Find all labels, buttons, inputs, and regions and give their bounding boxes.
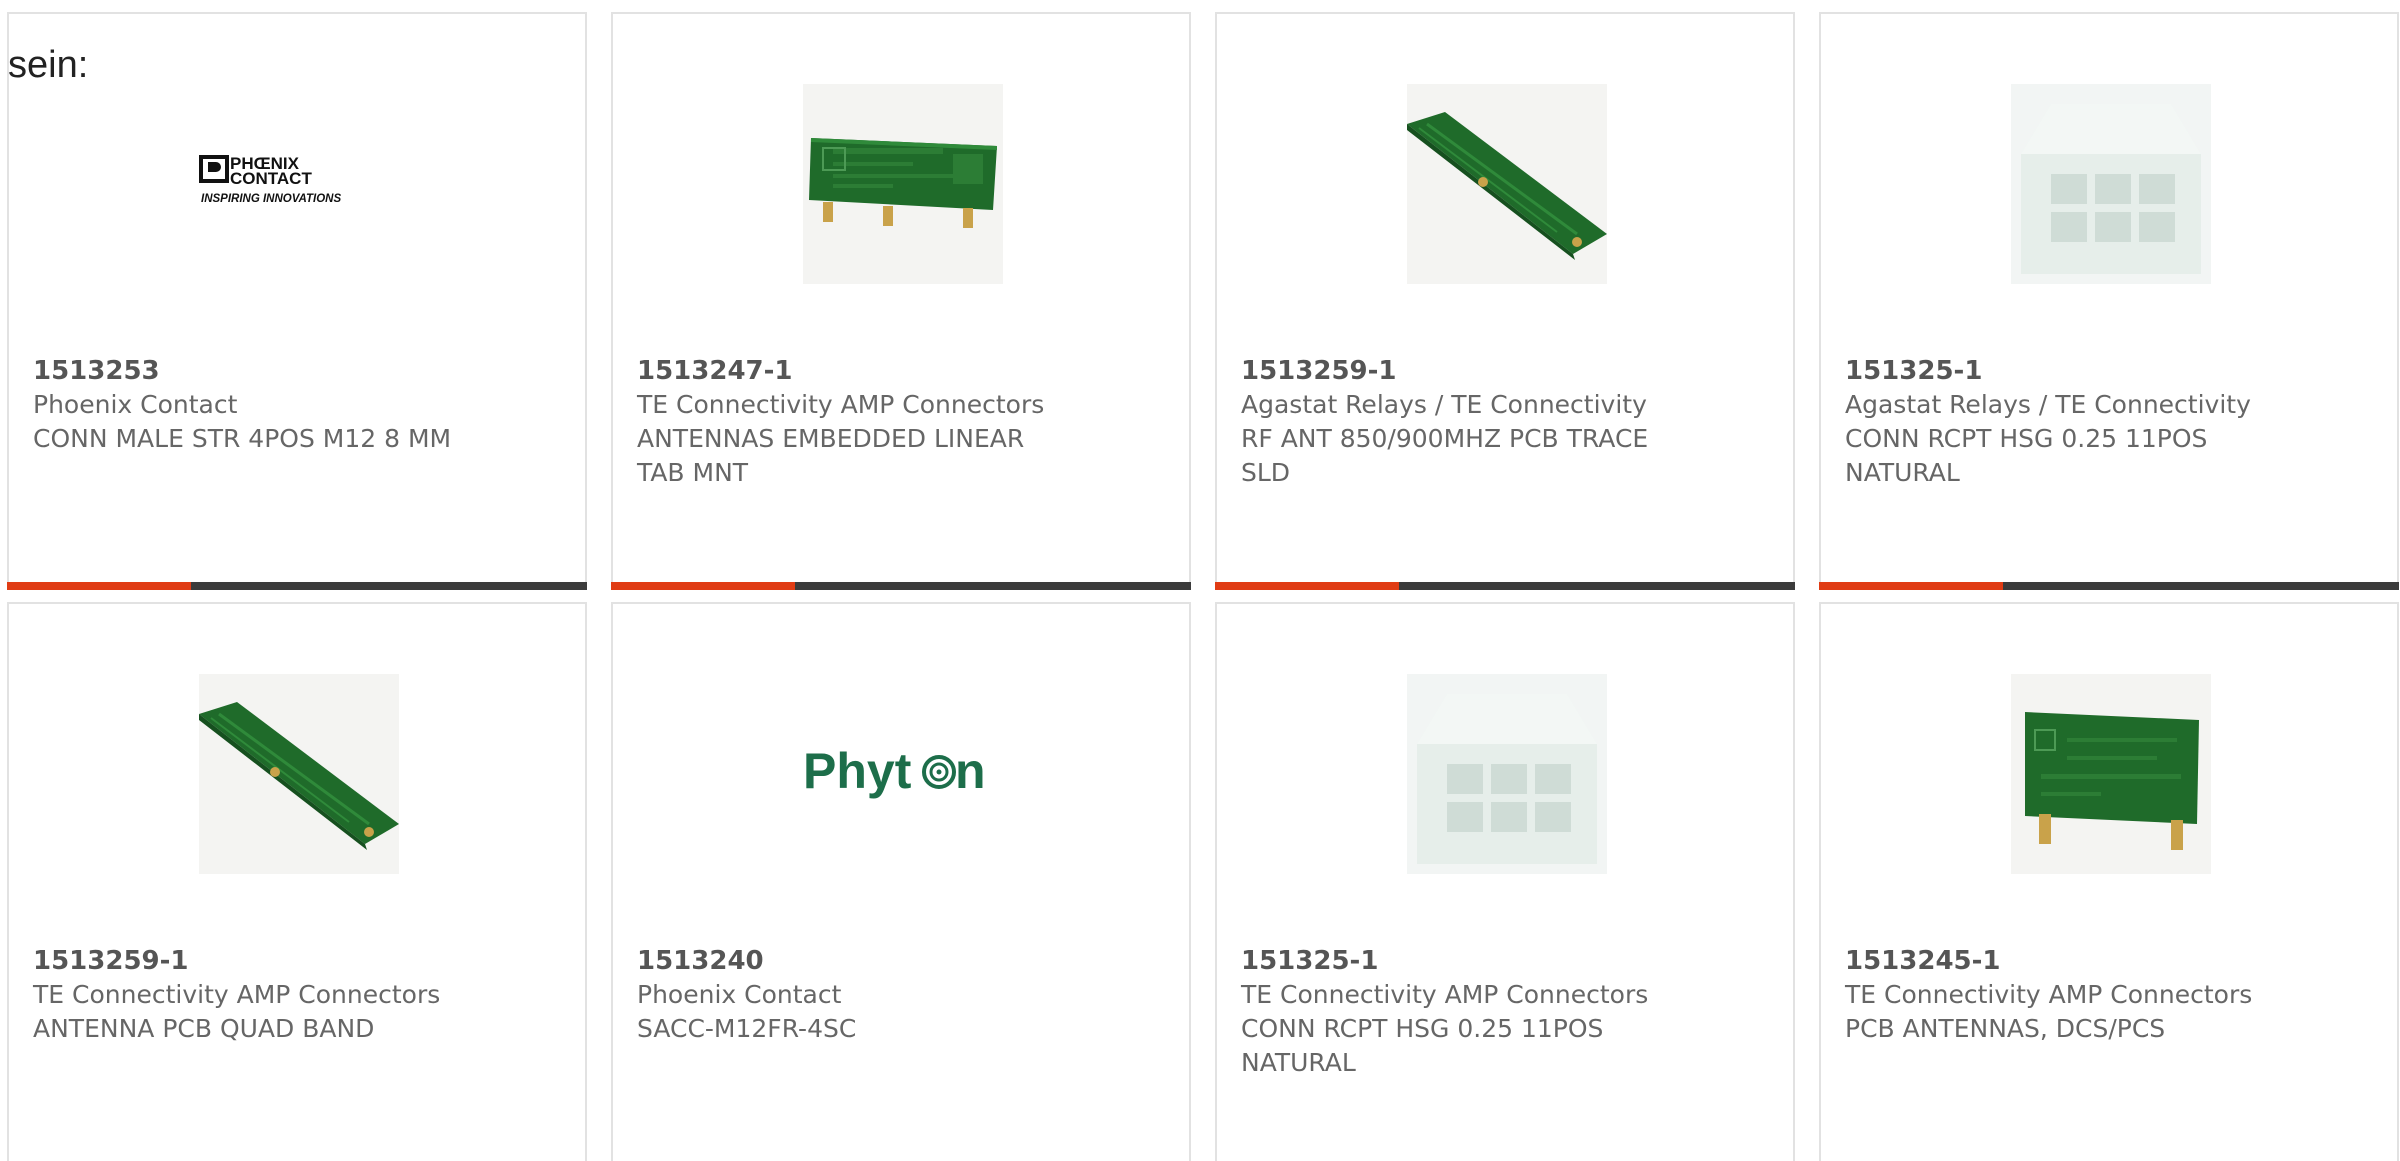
pcb-antenna-tab-image (803, 84, 1003, 284)
manufacturer: TE Connectivity AMP Connectors (1845, 980, 2253, 1009)
part-number[interactable]: 151325-1 (1845, 354, 2285, 388)
part-number[interactable]: 1513247-1 (637, 354, 1077, 388)
part-number[interactable]: 1513245-1 (1845, 944, 2285, 978)
product-info: 1513245-1 TE Connectivity AMP Connectors… (1845, 944, 2285, 1046)
phoenix-contact-logo: PHŒNIX CONTACT INSPIRING INNOVATIONS (199, 84, 399, 284)
card-accent-bar (611, 582, 795, 590)
product-info: 151325-1 TE Connectivity AMP Connectors … (1241, 944, 1681, 1080)
description: PCB ANTENNAS, DCS/PCS (1845, 1014, 2166, 1043)
part-number[interactable]: 1513240 (637, 944, 1077, 978)
connector-housing-image (1407, 674, 1607, 874)
card-bottom-bar (611, 582, 1191, 590)
product-info: 1513259-1 TE Connectivity AMP Connectors… (33, 944, 473, 1046)
description: ANTENNAS EMBEDDED LINEAR TAB MNT (637, 424, 1025, 487)
product-grid: PHŒNIX CONTACT INSPIRING INNOVATIONS 151… (7, 12, 2400, 1161)
part-number[interactable]: 1513253 (33, 354, 473, 388)
card-bottom-bar (1819, 582, 2399, 590)
product-info: 1513259-1 Agastat Relays / TE Connectivi… (1241, 354, 1681, 490)
product-info: 1513240 Phoenix Contact SACC-M12FR-4SC (637, 944, 1077, 1046)
description: RF ANT 850/900MHZ PCB TRACE SLD (1241, 424, 1649, 487)
product-card[interactable]: 1513245-1 TE Connectivity AMP Connectors… (1819, 602, 2399, 1161)
product-card[interactable]: Phyt n 1513240 Phoenix Contact SACC-M12F… (611, 602, 1191, 1161)
card-bottom-bar (7, 582, 587, 590)
product-card[interactable]: PHŒNIX CONTACT INSPIRING INNOVATIONS 151… (7, 12, 587, 590)
card-accent-bar (1215, 582, 1399, 590)
pcb-antenna-upright-image (2011, 674, 2211, 874)
manufacturer: TE Connectivity AMP Connectors (33, 980, 441, 1009)
description: CONN RCPT HSG 0.25 11POS NATURAL (1241, 1014, 1604, 1077)
card-accent-bar (1819, 582, 2003, 590)
product-info: 151325-1 Agastat Relays / TE Connectivit… (1845, 354, 2285, 490)
manufacturer: TE Connectivity AMP Connectors (637, 390, 1045, 419)
product-card[interactable]: 151325-1 TE Connectivity AMP Connectors … (1215, 602, 1795, 1161)
manufacturer: Phoenix Contact (637, 980, 842, 1009)
logo-text: Phyt (803, 743, 912, 799)
intro-text: sein: (8, 44, 89, 86)
pcb-antenna-diagonal-image (1407, 84, 1607, 284)
product-info: 1513253 Phoenix Contact CONN MALE STR 4P… (33, 354, 473, 456)
description: ANTENNA PCB QUAD BAND (33, 1014, 375, 1043)
part-number[interactable]: 1513259-1 (33, 944, 473, 978)
manufacturer: Agastat Relays / TE Connectivity (1241, 390, 1647, 419)
manufacturer: Phoenix Contact (33, 390, 238, 419)
part-number[interactable]: 151325-1 (1241, 944, 1681, 978)
product-card[interactable]: 1513247-1 TE Connectivity AMP Connectors… (611, 12, 1191, 590)
card-accent-bar (7, 582, 191, 590)
description: CONN MALE STR 4POS M12 8 MM (33, 424, 452, 453)
page: sein: PHŒNIX CONTACT INSPIRING INNOVATIO… (0, 0, 2400, 1161)
product-card[interactable]: 1513259-1 Agastat Relays / TE Connectivi… (1215, 12, 1795, 590)
pcb-antenna-diagonal-image (199, 674, 399, 874)
product-card[interactable]: 1513259-1 TE Connectivity AMP Connectors… (7, 602, 587, 1161)
product-card[interactable]: 151325-1 Agastat Relays / TE Connectivit… (1819, 12, 2399, 590)
description: CONN RCPT HSG 0.25 11POS NATURAL (1845, 424, 2208, 487)
manufacturer: TE Connectivity AMP Connectors (1241, 980, 1649, 1009)
logo-line2: CONTACT (230, 169, 312, 188)
logo-tagline: INSPIRING INNOVATIONS (201, 193, 341, 205)
part-number[interactable]: 1513259-1 (1241, 354, 1681, 388)
product-info: 1513247-1 TE Connectivity AMP Connectors… (637, 354, 1077, 490)
phyton-logo: Phyt n (803, 674, 1003, 874)
logo-text-end: n (955, 743, 986, 799)
manufacturer: Agastat Relays / TE Connectivity (1845, 390, 2251, 419)
description: SACC-M12FR-4SC (637, 1014, 857, 1043)
card-bottom-bar (1215, 582, 1795, 590)
connector-housing-image (2011, 84, 2211, 284)
